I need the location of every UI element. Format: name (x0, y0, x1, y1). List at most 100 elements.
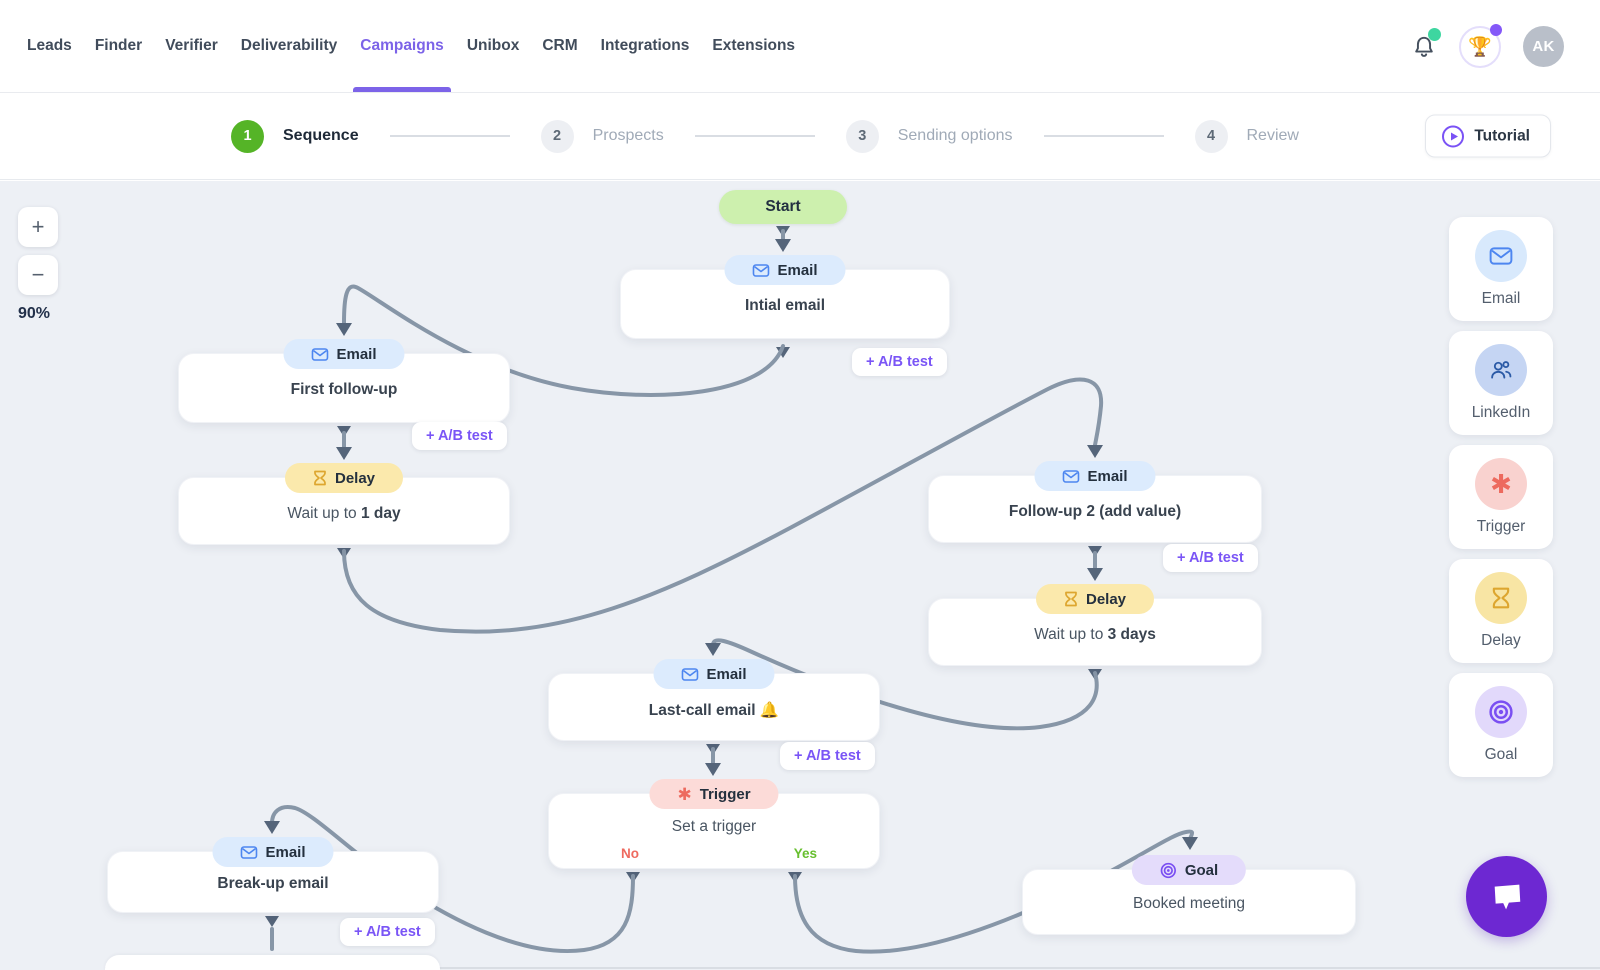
ab-test-button[interactable]: + A/B test (412, 422, 507, 450)
step-connector (694, 135, 815, 137)
pill-label: Goal (1184, 861, 1219, 879)
palette-label: LinkedIn (1471, 404, 1531, 421)
node-title: Wait up to 1 day (179, 505, 509, 523)
pill-label: Delay (334, 469, 376, 487)
pill-label: Delay (1085, 590, 1127, 608)
nav-item-crm[interactable]: CRM (542, 0, 577, 92)
nav-item-campaigns[interactable]: Campaigns (353, 0, 451, 92)
trigger-type-pill: ✱ Trigger (649, 779, 779, 809)
node-palette: Email LinkedIn ✱ Trigger Delay Goal (1449, 217, 1553, 787)
trigger-yes-port[interactable]: Yes (794, 846, 817, 861)
goal-type-pill: Goal (1131, 855, 1247, 885)
node-set-trigger[interactable]: ✱ Trigger Set a trigger No Yes (548, 779, 880, 869)
node-title: Set a trigger (671, 818, 757, 835)
linkedin-icon (1475, 344, 1527, 396)
step-prospects[interactable]: 2 Prospects (540, 119, 664, 153)
step-label: Sending options (897, 127, 1013, 144)
palette-item-delay[interactable]: Delay (1449, 559, 1553, 663)
nav-right-cluster: 🏆 AK (1411, 0, 1564, 93)
achievements-button[interactable]: 🏆 (1459, 23, 1502, 68)
node-goal-booked-meeting[interactable]: Goal Booked meeting (1022, 855, 1356, 935)
top-nav: Leads Finder Verifier Deliverability Cam… (0, 0, 1600, 93)
nav-item-deliverability[interactable]: Deliverability (241, 0, 338, 92)
hourglass-icon (1065, 591, 1077, 607)
chat-icon (1494, 884, 1520, 909)
node-first-followup[interactable]: Email First follow-up (178, 339, 510, 423)
mail-icon (681, 667, 699, 681)
email-icon (1475, 230, 1527, 282)
node-delay-3-days[interactable]: Delay Wait up to 3 days (928, 584, 1262, 666)
palette-label: Trigger (1476, 518, 1526, 535)
nav-item-integrations[interactable]: Integrations (601, 0, 690, 92)
palette-item-email[interactable]: Email (1449, 217, 1553, 321)
delay-duration: 3 days (1107, 626, 1156, 643)
main-nav: Leads Finder Verifier Deliverability Cam… (0, 0, 795, 92)
nav-item-unibox[interactable]: Unibox (467, 0, 520, 92)
trophy-icon: 🏆 (1468, 36, 1492, 58)
nav-item-finder[interactable]: Finder (95, 0, 142, 92)
step-sequence[interactable]: 1 Sequence (231, 119, 359, 153)
delay-duration: 1 day (360, 505, 401, 522)
user-avatar[interactable]: AK (1523, 26, 1564, 67)
palette-label: Goal (1484, 746, 1518, 763)
pill-label: Email (265, 843, 306, 861)
step-review[interactable]: 4 Review (1194, 119, 1299, 153)
node-title: Follow-up 2 (add value) (1008, 503, 1182, 520)
email-type-pill: Email (283, 339, 405, 369)
pill-label: Trigger (699, 785, 751, 803)
palette-label: Email (1481, 290, 1521, 307)
trigger-no-port[interactable]: No (621, 846, 639, 861)
palette-item-linkedin[interactable]: LinkedIn (1449, 331, 1553, 435)
trigger-icon: ✱ (1475, 458, 1527, 510)
zoom-controls: + − 90% (18, 207, 58, 323)
node-followup-2[interactable]: Email Follow-up 2 (add value) (928, 461, 1262, 543)
step-number: 4 (1194, 119, 1228, 153)
node-delay-1-day[interactable]: Delay Wait up to 1 day (178, 463, 510, 545)
email-type-pill: Email (212, 837, 334, 867)
node-title: Wait up to 3 days (929, 626, 1261, 644)
step-connector (389, 135, 510, 137)
node-cutoff-bottom[interactable] (105, 955, 440, 970)
nav-item-verifier[interactable]: Verifier (165, 0, 218, 92)
step-connector (1043, 135, 1164, 137)
trigger-ports: No Yes (549, 846, 879, 861)
asterisk-icon: ✱ (677, 784, 692, 804)
nav-item-extensions[interactable]: Extensions (712, 0, 795, 92)
node-start[interactable]: Start (719, 190, 847, 224)
palette-item-trigger[interactable]: ✱ Trigger (1449, 445, 1553, 549)
ab-test-button[interactable]: + A/B test (852, 348, 947, 376)
campaign-builder-app: Leads Finder Verifier Deliverability Cam… (0, 0, 1600, 970)
mail-icon (1062, 469, 1080, 483)
node-title: Booked meeting (1132, 895, 1246, 912)
node-breakup-email[interactable]: Email Break-up email (107, 837, 439, 913)
node-intial-email[interactable]: Email Intial email (620, 255, 950, 339)
notification-dot (1428, 27, 1441, 41)
ab-test-button[interactable]: + A/B test (780, 742, 875, 770)
tutorial-button[interactable]: Tutorial (1425, 114, 1551, 158)
zoom-in-button[interactable]: + (18, 207, 58, 247)
chat-widget-button[interactable] (1466, 856, 1547, 937)
zoom-out-button[interactable]: − (18, 255, 58, 295)
palette-item-goal[interactable]: Goal (1449, 673, 1553, 777)
node-lastcall-email[interactable]: Email Last-call email 🔔 (548, 659, 880, 741)
wizard-stepper: 1 Sequence 2 Prospects 3 Sending options… (0, 93, 1600, 180)
node-title: Break-up email (217, 875, 329, 892)
ab-test-button[interactable]: + A/B test (340, 918, 435, 946)
email-type-pill: Email (724, 255, 846, 285)
notifications-button[interactable] (1411, 27, 1441, 60)
step-number: 3 (845, 119, 879, 153)
pill-label: Email (777, 261, 818, 279)
step-sending-options[interactable]: 3 Sending options (845, 119, 1013, 153)
delay-icon (1475, 572, 1527, 624)
node-title: Intial email (744, 297, 826, 314)
ab-test-button[interactable]: + A/B test (1163, 544, 1258, 572)
nav-item-leads[interactable]: Leads (27, 0, 72, 92)
email-type-pill: Email (653, 659, 775, 689)
zoom-level: 90% (18, 305, 51, 322)
mail-icon (240, 845, 258, 859)
step-label: Prospects (592, 127, 664, 144)
delay-type-pill: Delay (1035, 584, 1155, 614)
play-icon (1442, 125, 1465, 147)
step-label: Review (1246, 127, 1299, 144)
goal-icon (1475, 686, 1527, 738)
